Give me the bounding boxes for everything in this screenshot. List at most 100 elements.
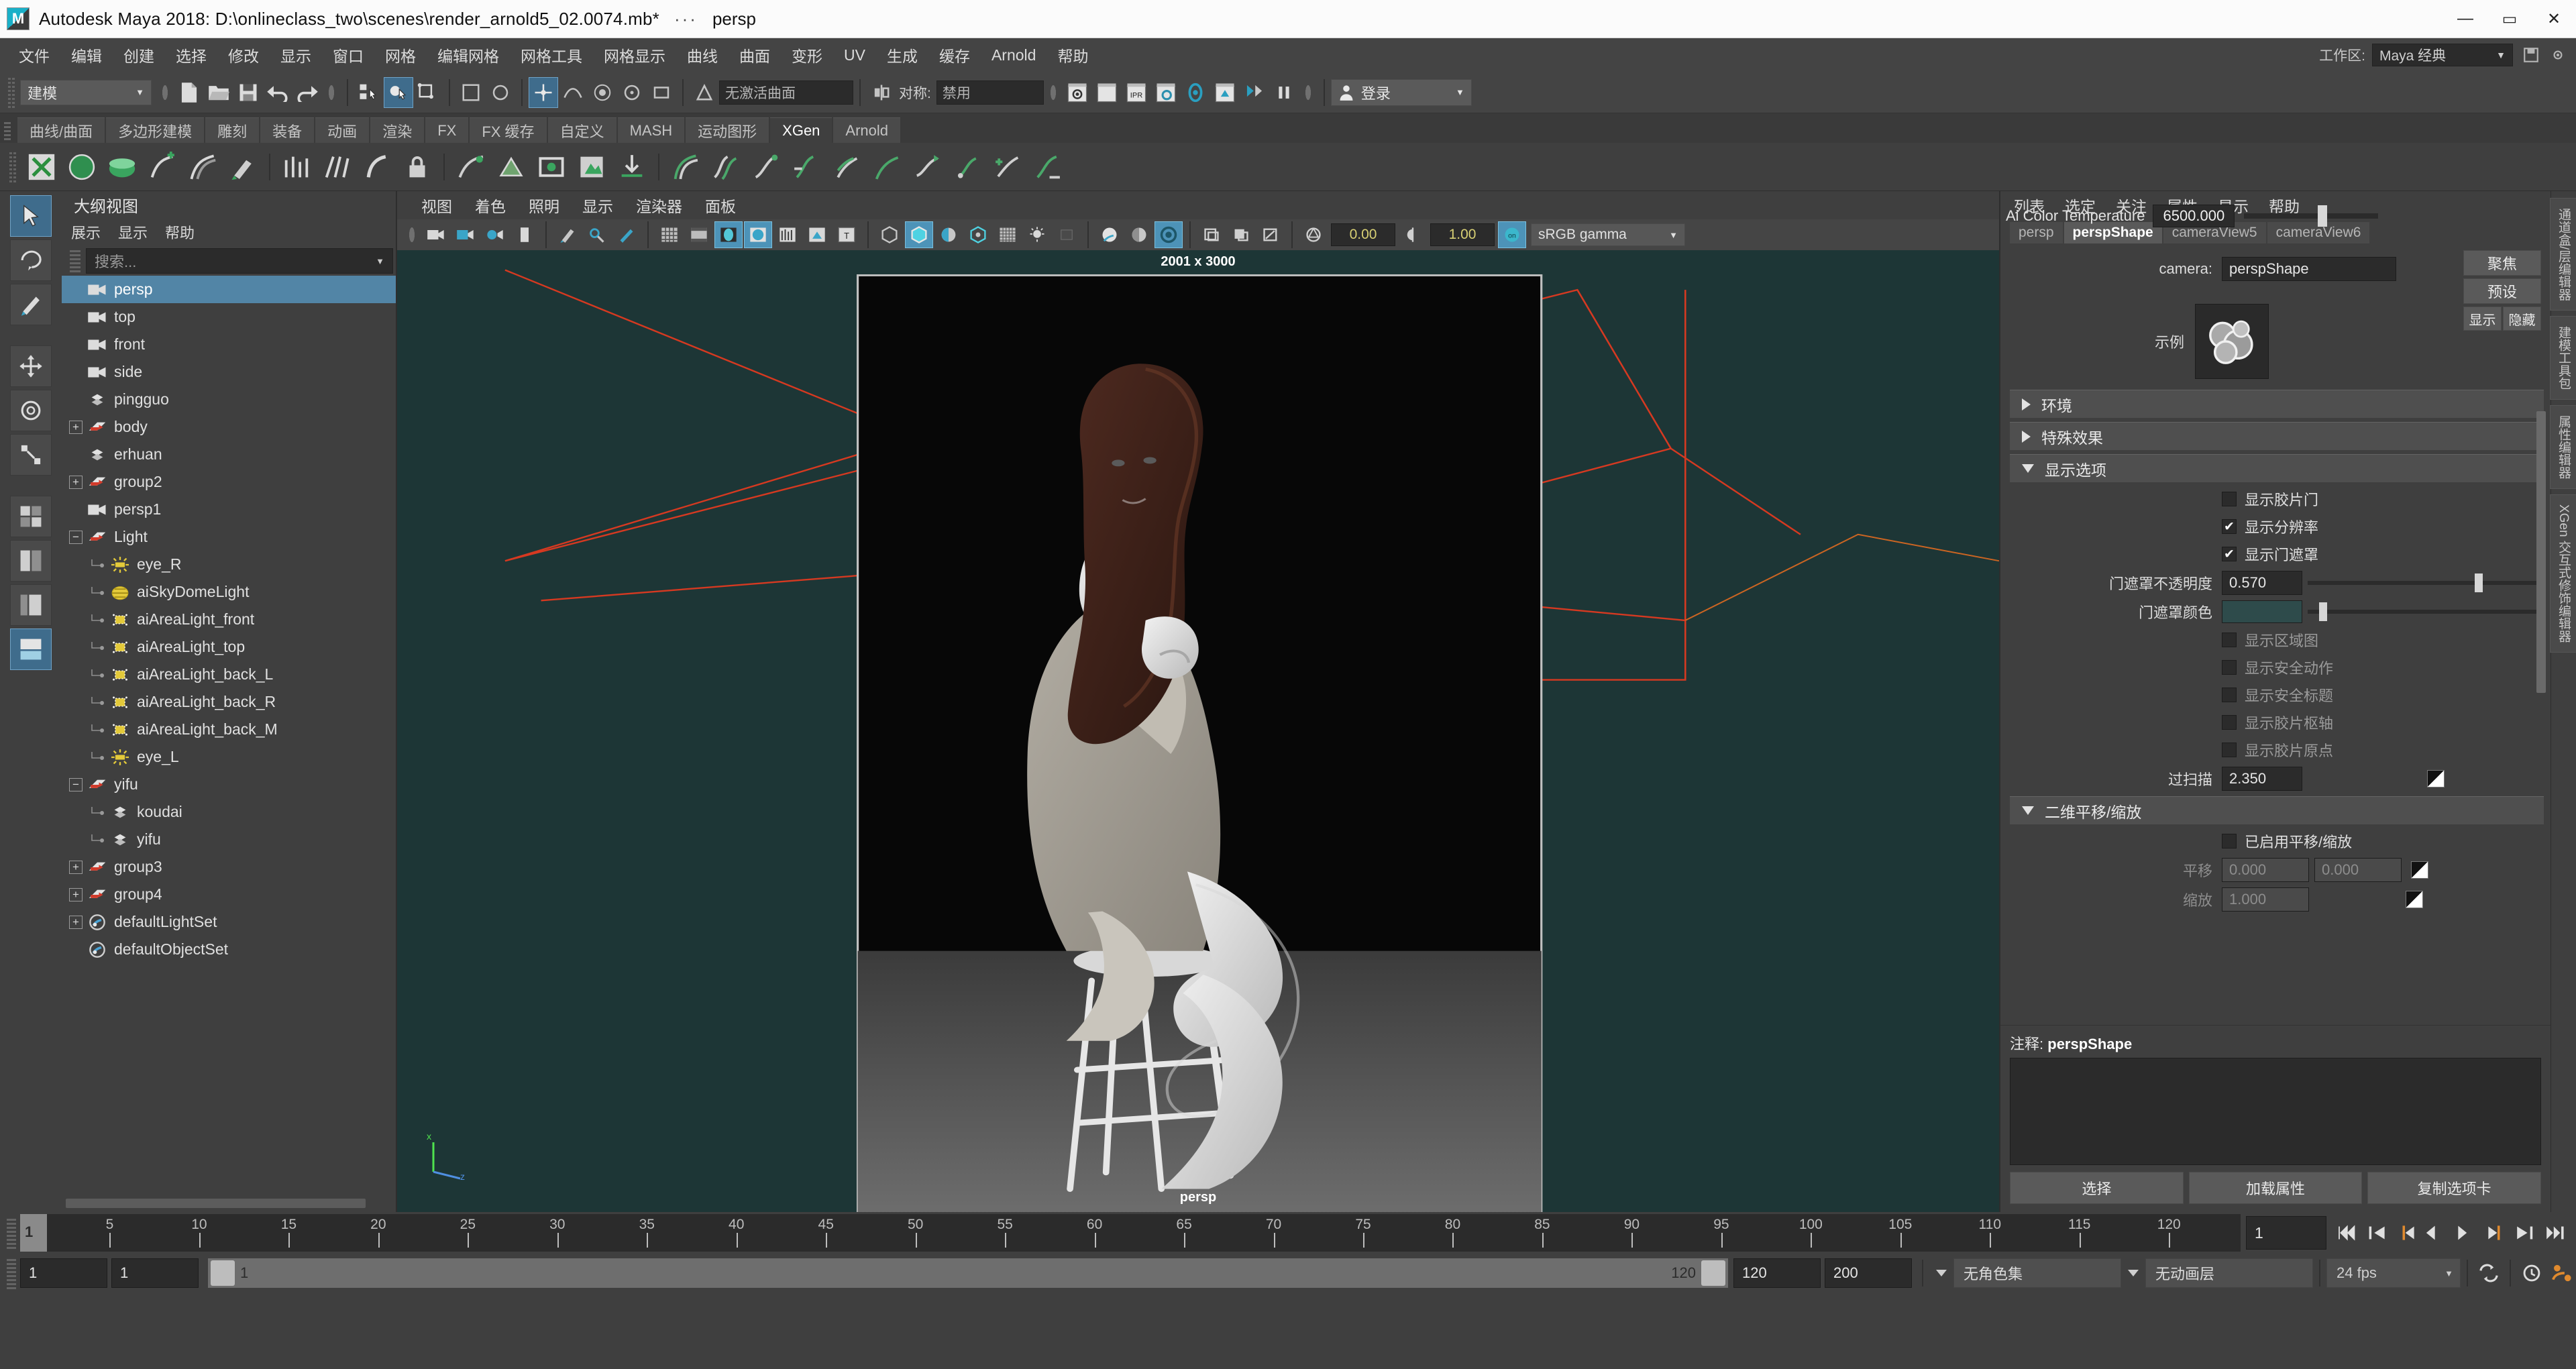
two-d-pan-zoom-icon[interactable] bbox=[554, 222, 581, 248]
outliner-menu-show[interactable]: 展示 bbox=[71, 221, 101, 243]
xray-active-components-icon[interactable] bbox=[935, 222, 962, 248]
symmetry-icon[interactable] bbox=[867, 78, 896, 107]
checkbox-pan-zoom-enabled[interactable] bbox=[2222, 834, 2237, 848]
side-tab-channel-box[interactable]: 通道盒/层编辑器 bbox=[2550, 198, 2576, 311]
xgen-sphere-icon[interactable] bbox=[63, 148, 101, 186]
row-show-area-map[interactable]: 显示区域图 bbox=[2000, 629, 2551, 651]
menu-item-arnold[interactable]: Arnold bbox=[981, 38, 1046, 72]
material-sample-swatch[interactable] bbox=[2195, 304, 2269, 379]
section-environment[interactable]: 环境 bbox=[2010, 390, 2544, 418]
xgen-hair-h-icon[interactable] bbox=[949, 148, 986, 186]
snap-to-grid-icon[interactable] bbox=[529, 76, 558, 108]
playback-end-field[interactable]: 200 bbox=[1825, 1258, 1912, 1288]
select-button[interactable]: 选择 bbox=[2010, 1172, 2184, 1204]
shelf-tab-curves-surfaces[interactable]: 曲线/曲面 bbox=[17, 117, 105, 143]
shelf-row-grip[interactable] bbox=[8, 151, 17, 182]
outliner-expand-toggle[interactable]: + bbox=[67, 859, 85, 876]
smooth-shade-all-icon[interactable] bbox=[714, 221, 743, 248]
undo-icon[interactable] bbox=[264, 78, 292, 107]
image-plane-icon[interactable] bbox=[511, 222, 538, 248]
screen-space-ao-icon[interactable]: T bbox=[833, 222, 860, 248]
select-camera-icon[interactable] bbox=[423, 222, 449, 248]
checkbox-show-film-pivot[interactable] bbox=[2222, 715, 2237, 730]
side-tab-modeling-toolkit[interactable]: 建模工具包 bbox=[2550, 316, 2576, 400]
toolbar-flex-separator-3[interactable] bbox=[1047, 77, 1059, 107]
xgen-sculpt-icon[interactable] bbox=[452, 148, 490, 186]
minimize-button[interactable]: — bbox=[2443, 0, 2487, 38]
outliner-node-koudai[interactable]: koudai bbox=[62, 798, 396, 826]
exposure-value[interactable]: 0.00 bbox=[1331, 223, 1395, 246]
go-to-start-icon[interactable] bbox=[2333, 1217, 2363, 1248]
outliner-node-body[interactable]: + body bbox=[62, 413, 396, 441]
row-show-safe-title[interactable]: 显示安全标题 bbox=[2000, 684, 2551, 706]
snap-to-point-icon[interactable] bbox=[588, 78, 616, 107]
snap-to-curve-icon[interactable] bbox=[559, 78, 587, 107]
pause-render-icon[interactable] bbox=[1270, 78, 1298, 107]
xgen-create-description-icon[interactable] bbox=[23, 148, 60, 186]
outliner-grip-handle[interactable] bbox=[70, 250, 80, 272]
xgen-width-icon[interactable] bbox=[358, 148, 396, 186]
row-show-resolution[interactable]: 显示分辨率 bbox=[2000, 516, 2551, 537]
xgen-hair-d-icon[interactable] bbox=[788, 148, 825, 186]
menu-item-edit-mesh[interactable]: 编辑网格 bbox=[427, 38, 510, 72]
viewport-menu-show[interactable]: 显示 bbox=[582, 194, 613, 217]
current-frame-field[interactable]: 1 bbox=[2246, 1216, 2326, 1250]
checkbox-show-safe-title[interactable] bbox=[2222, 688, 2237, 702]
outliner-node-light[interactable]: − Light bbox=[62, 523, 396, 551]
outliner-node-aiarealight_back_m[interactable]: aiAreaLight_back_M bbox=[62, 716, 396, 743]
workspace-select[interactable]: Maya 经典 ▼ bbox=[2372, 44, 2513, 66]
shelf-tab-animation[interactable]: 动画 bbox=[315, 117, 370, 143]
menu-item-deform[interactable]: 变形 bbox=[781, 38, 833, 72]
outliner-node-aiskydomelight[interactable]: aiSkyDomeLight bbox=[62, 578, 396, 606]
gamma-sphere-icon[interactable] bbox=[1126, 222, 1152, 248]
step-back-icon[interactable] bbox=[2363, 1217, 2392, 1248]
viewport-menu-view[interactable]: 视图 bbox=[421, 194, 452, 217]
outliner-expand-toggle[interactable]: − bbox=[67, 529, 85, 546]
scrollbar-thumb[interactable] bbox=[66, 1199, 366, 1208]
row-show-film-pivot[interactable]: 显示胶片枢轴 bbox=[2000, 712, 2551, 733]
select-by-object-icon[interactable] bbox=[384, 76, 413, 108]
outliner-node-side[interactable]: side bbox=[62, 358, 396, 386]
checkbox-show-film-gate[interactable] bbox=[2222, 492, 2237, 506]
menu-item-edit[interactable]: 编辑 bbox=[60, 38, 113, 72]
maximize-button[interactable]: ▭ bbox=[2487, 0, 2532, 38]
outliner-node-defaultobjectset[interactable]: defaultObjectSet bbox=[62, 936, 396, 963]
shadows-icon[interactable] bbox=[804, 222, 830, 248]
outliner-node-aiarealight_back_l[interactable]: aiAreaLight_back_L bbox=[62, 661, 396, 688]
shelf-tab-arnold[interactable]: Arnold bbox=[833, 117, 901, 143]
animation-layer-select[interactable]: 无动画层 bbox=[2145, 1258, 2313, 1288]
notes-textarea[interactable] bbox=[2010, 1058, 2541, 1165]
play-backwards-icon[interactable] bbox=[2422, 1217, 2451, 1248]
animation-start-field[interactable]: 1 bbox=[111, 1258, 199, 1288]
slider-gate-mask-color[interactable] bbox=[2308, 602, 2540, 621]
section-display-options[interactable]: 显示选项 bbox=[2010, 454, 2544, 482]
textured-shading-icon[interactable] bbox=[744, 221, 772, 248]
outliner-menu-display[interactable]: 显示 bbox=[118, 221, 148, 243]
outliner-expand-toggle[interactable]: + bbox=[67, 914, 85, 931]
prev-key-icon[interactable] bbox=[2392, 1217, 2422, 1248]
field-zoom[interactable]: 1.000 bbox=[2222, 887, 2309, 912]
scale-tool-button[interactable] bbox=[10, 434, 52, 476]
go-to-end-icon[interactable] bbox=[2540, 1217, 2569, 1248]
two-pane-layout-button[interactable] bbox=[10, 540, 52, 582]
time-slider[interactable]: 1 5 10 15 20 25 30 35 40 45 50 55 60 65 70 75 80 85 90 95 1… bbox=[20, 1214, 2241, 1252]
texture-grid-icon[interactable] bbox=[994, 222, 1021, 248]
row-show-safe-action[interactable]: 显示安全动作 bbox=[2000, 657, 2551, 678]
gamma-icon[interactable] bbox=[1399, 222, 1426, 248]
slider-handle[interactable] bbox=[2475, 573, 2483, 592]
outliner-node-erhuan[interactable]: erhuan bbox=[62, 441, 396, 468]
camera-attributes-icon[interactable] bbox=[452, 222, 479, 248]
outliner-node-front[interactable]: front bbox=[62, 331, 396, 358]
outliner-menu-help[interactable]: 帮助 bbox=[165, 221, 195, 243]
animation-end-field[interactable]: 120 bbox=[1733, 1258, 1821, 1288]
menu-item-mesh-tools[interactable]: 网格工具 bbox=[510, 38, 593, 72]
preset-button[interactable]: 预设 bbox=[2463, 278, 2541, 304]
wireframe-shading-icon[interactable] bbox=[656, 222, 683, 248]
snap-to-view-plane-icon[interactable] bbox=[647, 78, 676, 107]
shelf-tab-sculpting[interactable]: 雕刻 bbox=[205, 117, 260, 143]
toolbar-flex-separator[interactable] bbox=[160, 77, 170, 107]
login-button[interactable]: 登录 ▼ bbox=[1330, 78, 1472, 106]
xgen-groom-icon[interactable] bbox=[184, 148, 221, 186]
auto-keyframe-icon[interactable] bbox=[2517, 1258, 2546, 1289]
close-button[interactable]: ✕ bbox=[2532, 0, 2576, 38]
